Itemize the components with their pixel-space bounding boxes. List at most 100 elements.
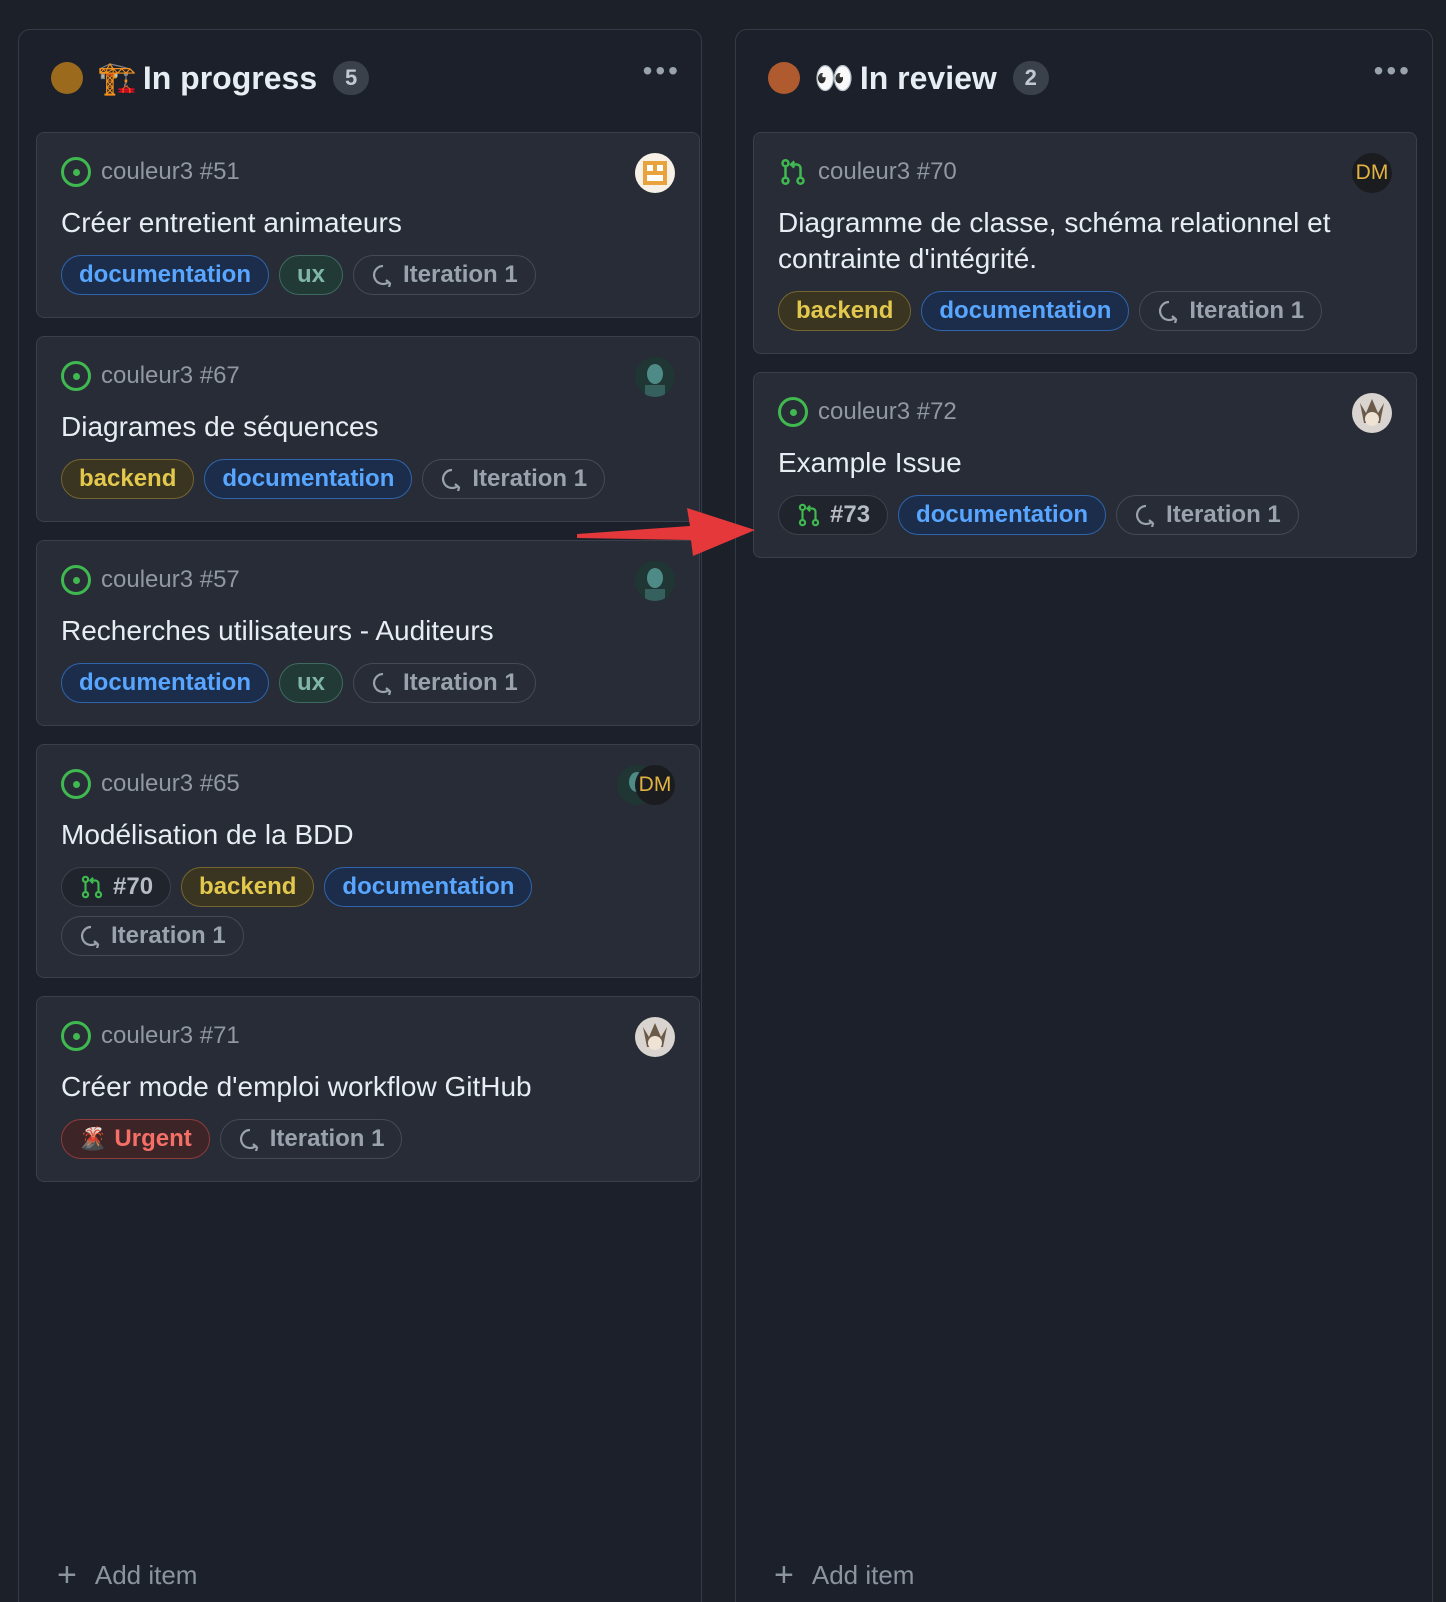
label-documentation[interactable]: documentation bbox=[61, 663, 269, 703]
card-issue-65[interactable]: couleur3 #65 DM Modélisation de la BDD #… bbox=[36, 744, 700, 978]
column-title: In review bbox=[859, 59, 997, 96]
avatar[interactable] bbox=[635, 357, 675, 397]
avatar[interactable] bbox=[1352, 393, 1392, 433]
add-item-label: Add item bbox=[94, 1559, 198, 1590]
avatar[interactable] bbox=[635, 1017, 675, 1057]
issue-opened-icon bbox=[61, 361, 91, 391]
iteration-icon bbox=[80, 925, 100, 948]
label-backend[interactable]: backend bbox=[61, 459, 195, 499]
iteration-field[interactable]: Iteration 1 bbox=[353, 255, 536, 295]
label-documentation[interactable]: documentation bbox=[324, 867, 533, 907]
crane-emoji-icon: 🏗️ bbox=[97, 60, 137, 96]
label-documentation[interactable]: documentation bbox=[898, 495, 1107, 535]
column-title: In progress bbox=[142, 59, 318, 96]
project-board: 🏗️ In progress 5 ••• couleur3 #51 Créer … bbox=[0, 0, 1446, 1602]
plus-icon: + bbox=[774, 1556, 794, 1594]
iteration-label: Iteration 1 bbox=[1189, 297, 1305, 324]
card-issue-51[interactable]: couleur3 #51 Créer entretient animateurs… bbox=[36, 132, 700, 318]
column-menu-button[interactable]: ••• bbox=[1374, 57, 1412, 99]
iteration-label: Iteration 1 bbox=[111, 922, 226, 949]
card-title[interactable]: Diagramme de classe, schéma relationnel … bbox=[778, 205, 1376, 277]
card-repo[interactable]: couleur3 #71 bbox=[101, 1022, 240, 1050]
linked-pull-request[interactable]: #70 bbox=[61, 867, 172, 907]
card-labels: #73 documentation Iteration 1 bbox=[778, 495, 1392, 535]
card-meta: couleur3 #72 bbox=[778, 397, 957, 427]
add-item-button[interactable]: + Add item bbox=[57, 1558, 197, 1592]
label-urgent[interactable]: 🌋 Urgent bbox=[61, 1119, 210, 1159]
iteration-icon bbox=[442, 468, 461, 491]
card-meta: couleur3 #65 bbox=[61, 769, 240, 799]
column-count: 5 bbox=[333, 61, 370, 95]
iteration-label: Iteration 1 bbox=[1166, 501, 1281, 528]
label-documentation[interactable]: documentation bbox=[61, 255, 269, 295]
card-repo[interactable]: couleur3 #57 bbox=[101, 566, 240, 594]
label-documentation[interactable]: documentation bbox=[204, 459, 413, 499]
iteration-label: Iteration 1 bbox=[472, 465, 588, 492]
label-ux[interactable]: ux bbox=[279, 255, 344, 295]
card-labels: documentation ux Iteration 1 bbox=[61, 663, 675, 703]
label-urgent-text: Urgent bbox=[114, 1125, 192, 1152]
card-labels: 🌋 Urgent Iteration 1 bbox=[61, 1119, 675, 1159]
iteration-field[interactable]: Iteration 1 bbox=[353, 663, 536, 703]
column-in-review: 👀 In review 2 ••• couleur3 #70 DM Diagra… bbox=[735, 29, 1433, 1602]
label-ux[interactable]: ux bbox=[279, 663, 344, 703]
card-meta: couleur3 #57 bbox=[61, 565, 240, 595]
avatar-stack[interactable]: DM bbox=[617, 765, 675, 805]
iteration-field[interactable]: Iteration 1 bbox=[219, 1119, 403, 1159]
issue-opened-icon bbox=[778, 397, 808, 427]
card-title[interactable]: Modélisation de la BDD bbox=[61, 817, 659, 853]
card-repo[interactable]: couleur3 #67 bbox=[101, 362, 240, 390]
git-pull-request-icon bbox=[81, 875, 103, 899]
card-labels: backend documentation Iteration 1 bbox=[778, 291, 1392, 331]
iteration-label: Iteration 1 bbox=[269, 1125, 385, 1152]
card-repo[interactable]: couleur3 #65 bbox=[101, 770, 240, 798]
linked-pull-request[interactable]: #73 bbox=[778, 495, 889, 535]
column-count: 2 bbox=[1012, 61, 1049, 95]
column-header: 🏗️ In progress 5 ••• bbox=[51, 54, 681, 102]
card-title[interactable]: Diagrames de séquences bbox=[61, 409, 659, 445]
issue-opened-icon bbox=[61, 565, 91, 595]
iteration-icon bbox=[372, 672, 392, 695]
label-backend[interactable]: backend bbox=[181, 867, 315, 907]
card-meta: couleur3 #71 bbox=[61, 1021, 240, 1051]
card-issue-71[interactable]: couleur3 #71 Créer mode d'emploi workflo… bbox=[36, 996, 700, 1182]
add-item-label: Add item bbox=[811, 1559, 915, 1590]
card-meta: couleur3 #51 bbox=[61, 157, 240, 187]
add-item-button[interactable]: + Add item bbox=[774, 1558, 914, 1592]
avatar-initials: DM bbox=[635, 765, 675, 805]
pull-request-number: #70 bbox=[113, 873, 154, 900]
card-issue-72[interactable]: couleur3 #72 Example Issue #73 documenta… bbox=[753, 372, 1417, 558]
card-issue-67[interactable]: couleur3 #67 Diagrames de séquences back… bbox=[36, 336, 700, 522]
card-title[interactable]: Créer mode d'emploi workflow GitHub bbox=[61, 1069, 659, 1105]
card-repo[interactable]: couleur3 #72 bbox=[818, 398, 957, 426]
label-backend[interactable]: backend bbox=[778, 291, 912, 331]
eyes-emoji-icon: 👀 bbox=[814, 60, 854, 96]
iteration-icon bbox=[239, 1128, 258, 1151]
label-documentation[interactable]: documentation bbox=[921, 291, 1130, 331]
column-in-progress: 🏗️ In progress 5 ••• couleur3 #51 Créer … bbox=[18, 29, 702, 1602]
iteration-field[interactable]: Iteration 1 bbox=[1116, 495, 1299, 535]
card-repo[interactable]: couleur3 #70 bbox=[818, 158, 957, 186]
card-title[interactable]: Recherches utilisateurs - Auditeurs bbox=[61, 613, 659, 649]
card-pr-70[interactable]: couleur3 #70 DM Diagramme de classe, sch… bbox=[753, 132, 1417, 354]
card-title[interactable]: Créer entretient animateurs bbox=[61, 205, 659, 241]
iteration-label: Iteration 1 bbox=[403, 261, 518, 288]
card-title[interactable]: Example Issue bbox=[778, 445, 1376, 481]
avatar[interactable] bbox=[635, 561, 675, 601]
status-dot bbox=[768, 62, 800, 94]
column-menu-button[interactable]: ••• bbox=[643, 57, 681, 99]
iteration-field[interactable]: Iteration 1 bbox=[422, 459, 606, 499]
iteration-label: Iteration 1 bbox=[403, 669, 518, 696]
avatar-initials[interactable]: DM bbox=[1352, 153, 1392, 193]
iteration-field[interactable]: Iteration 1 bbox=[1139, 291, 1323, 331]
avatar[interactable] bbox=[635, 153, 675, 193]
iteration-field[interactable]: Iteration 1 bbox=[61, 916, 244, 956]
status-dot bbox=[51, 62, 83, 94]
card-meta: couleur3 #70 bbox=[778, 157, 957, 187]
card-meta: couleur3 #67 bbox=[61, 361, 240, 391]
card-repo[interactable]: couleur3 #51 bbox=[101, 158, 240, 186]
annotation-arrow-icon bbox=[577, 508, 755, 556]
iteration-icon bbox=[372, 264, 392, 287]
issue-opened-icon bbox=[61, 157, 91, 187]
card-issue-57[interactable]: couleur3 #57 Recherches utilisateurs - A… bbox=[36, 540, 700, 726]
